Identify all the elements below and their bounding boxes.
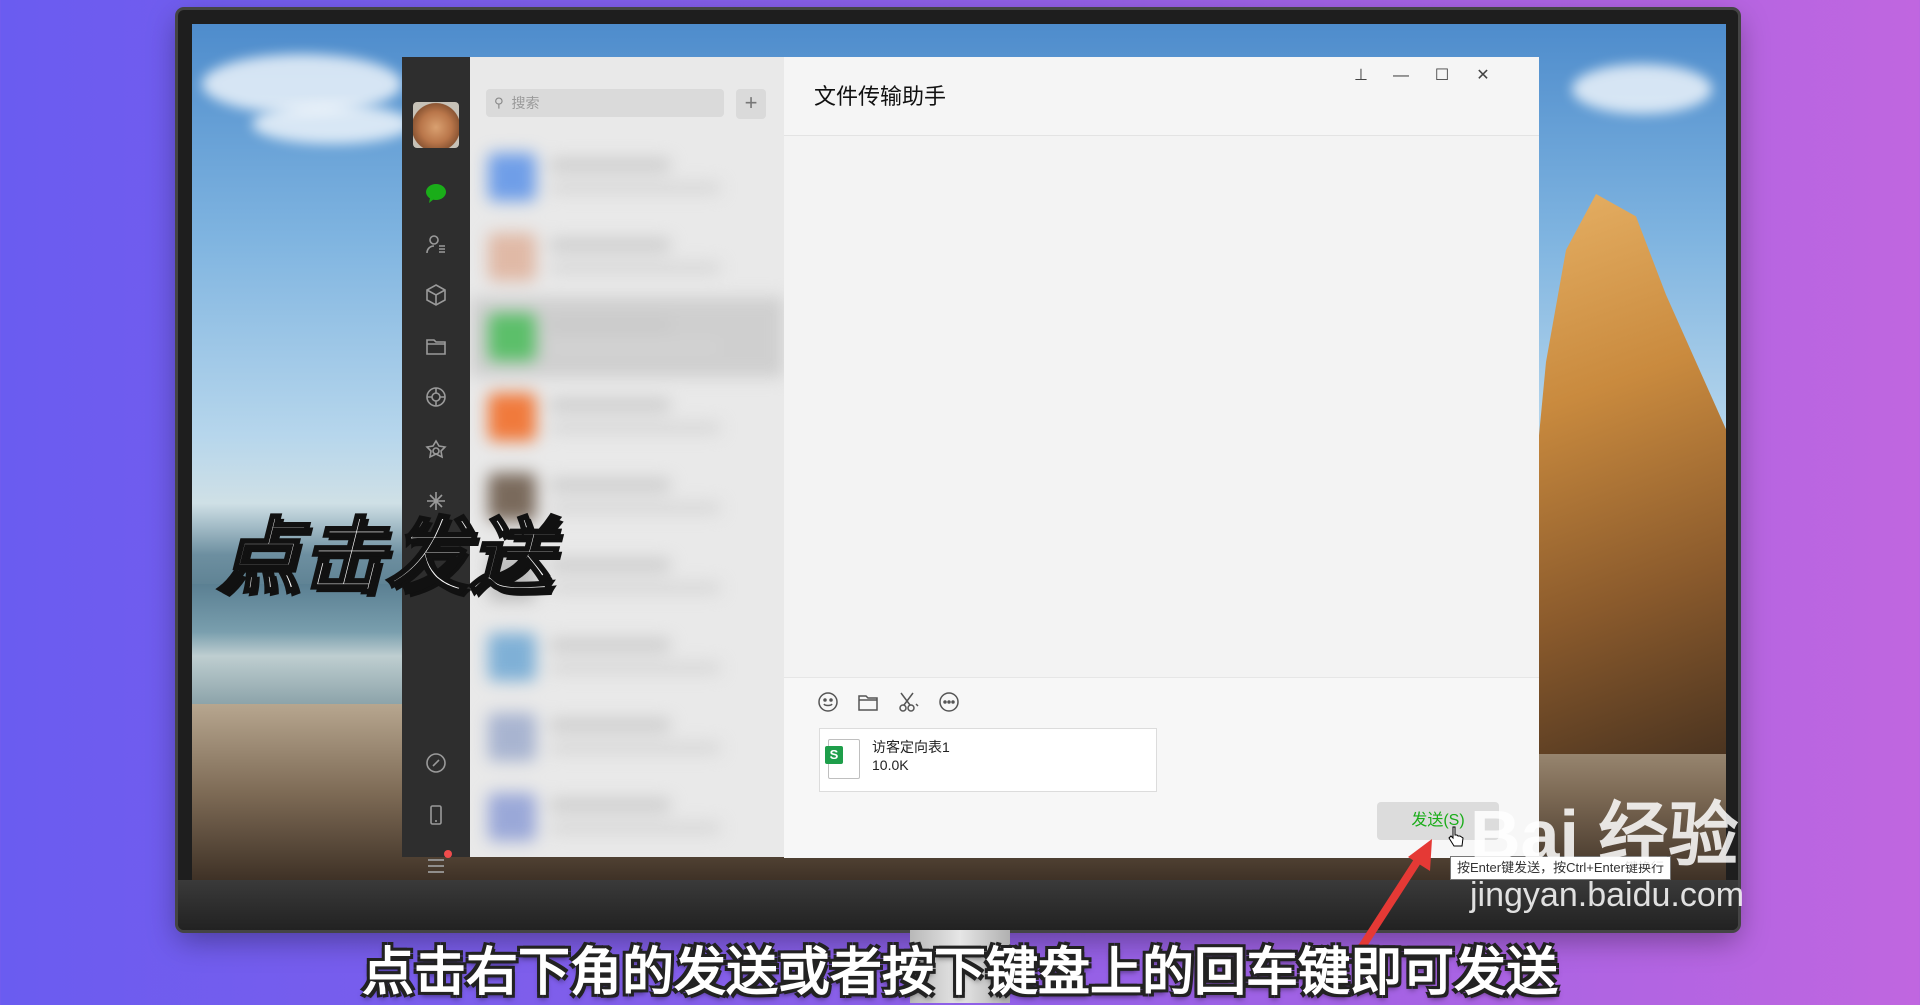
add-button[interactable]: + [736,89,766,119]
wechat-window: ⚲ 搜索 + 文件传输助手 ⊥ — ☐ ✕ S 访客定向表1 10.0K 发送(… [402,57,1539,873]
maximize-button[interactable]: ☐ [1425,63,1459,89]
avatar[interactable] [413,102,459,148]
chat-list-panel: ⚲ 搜索 + [470,57,784,857]
emoji-icon[interactable] [816,690,842,716]
list-item[interactable] [470,297,784,377]
chat-panel: 文件传输助手 ⊥ — ☐ ✕ S 访客定向表1 10.0K 发送(S) [784,57,1539,858]
nav-sidebar [402,57,470,873]
message-area [784,136,1539,676]
list-item[interactable] [470,777,784,857]
subtitle-caption: 点击右下角的发送或者按下键盘上的回车键即可发送 [361,944,1558,1002]
mini-program-icon[interactable] [422,437,450,465]
file-size: 10.0K [872,757,909,773]
list-item[interactable] [470,377,784,457]
search-input[interactable]: ⚲ 搜索 [486,89,724,117]
contacts-icon[interactable] [422,230,450,258]
chat-icon[interactable] [422,179,450,207]
list-item[interactable] [470,697,784,777]
file-attachment[interactable]: S 访客定向表1 10.0K [819,728,1157,792]
excel-file-icon: S [825,739,860,779]
search-icon: ⚲ [494,95,504,110]
hand-cursor-icon [1448,826,1464,847]
list-item[interactable] [470,217,784,297]
search-placeholder: 搜索 [511,95,540,111]
notification-dot [444,850,452,858]
pin-icon[interactable]: ⊥ [1344,63,1378,89]
folder-icon[interactable] [856,690,882,716]
chat-bubble-icon[interactable] [937,690,963,716]
favorites-icon[interactable] [422,281,450,309]
cliff-rock [1526,194,1726,754]
menu-icon[interactable] [422,850,452,880]
minimize-button[interactable]: — [1384,63,1418,89]
chat-title: 文件传输助手 [814,84,947,109]
watermark-logo: Bai 经验 [1470,796,1739,874]
phone-icon[interactable] [422,801,450,829]
scissors-icon[interactable] [896,690,922,716]
input-area[interactable]: S 访客定向表1 10.0K 发送(S) [784,677,1539,858]
overlay-title: 点击发送 [217,511,554,605]
file-name: 访客定向表1 [872,739,950,755]
close-button[interactable]: ✕ [1466,63,1500,89]
link-icon[interactable] [422,749,450,777]
folder-icon[interactable] [422,332,450,360]
list-item[interactable] [470,137,784,217]
watermark-url: jingyan.baidu.com [1470,876,1745,914]
baidu-watermark: Bai 经验 jingyan.baidu.com [1470,800,1744,915]
chat-header: 文件传输助手 ⊥ — ☐ ✕ [784,57,1539,136]
list-item[interactable] [470,617,784,697]
moments-icon[interactable] [422,383,450,411]
